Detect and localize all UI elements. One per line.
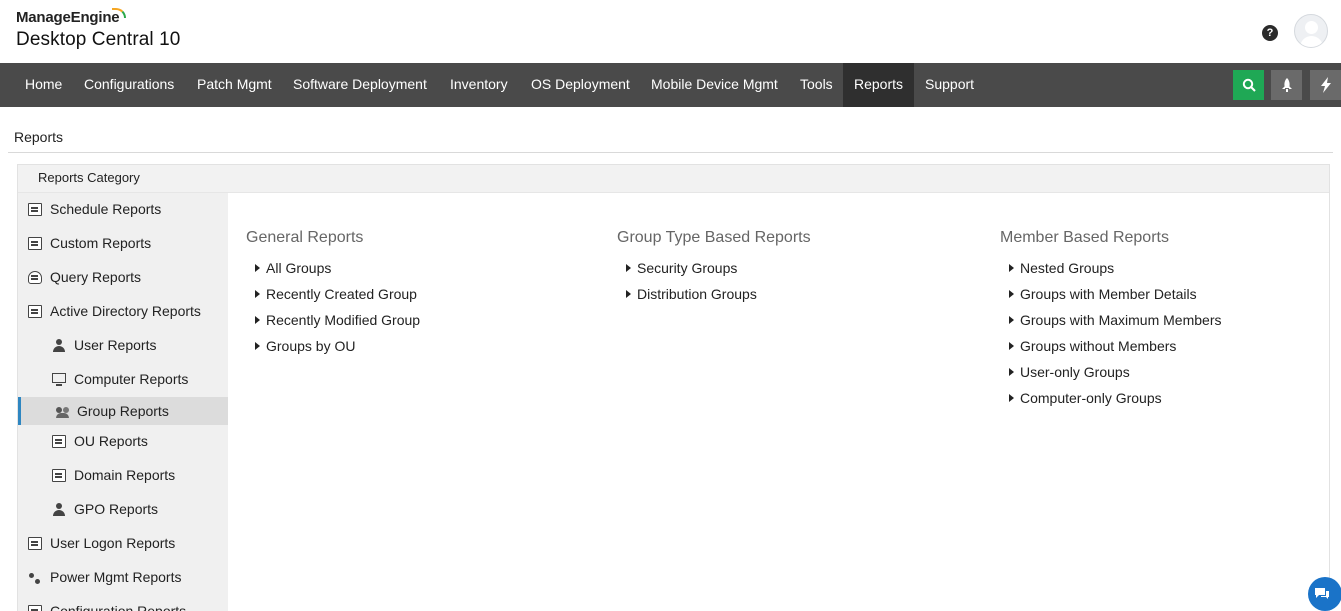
- sidebar-item-label: Domain Reports: [74, 467, 176, 483]
- quick-actions-button[interactable]: [1310, 70, 1341, 100]
- nav-patch-mgmt[interactable]: Patch Mgmt: [186, 63, 283, 107]
- sidebar-item-user-logon-reports[interactable]: User Logon Reports: [18, 529, 228, 557]
- quick-launch-button[interactable]: [1271, 70, 1302, 100]
- brand-name: ManageEngine: [16, 9, 120, 26]
- calendar-report-icon: [28, 203, 42, 216]
- lightning-bolt-icon: [1320, 77, 1331, 93]
- reports-sidebar: Schedule Reports Custom Reports Query Re…: [18, 193, 228, 611]
- monitor-icon: [52, 373, 66, 386]
- report-link-groups-with-member-details[interactable]: Groups with Member Details: [1000, 281, 1222, 307]
- user-icon: [52, 339, 66, 352]
- brand-arc-icon: [112, 8, 126, 18]
- ad-report-icon: [28, 305, 42, 318]
- nav-support[interactable]: Support: [914, 63, 985, 107]
- column-heading: Group Type Based Reports: [617, 229, 811, 246]
- search-icon: [1242, 78, 1256, 92]
- reports-panel: Reports Category Schedule Reports Custom…: [17, 164, 1330, 611]
- sidebar-item-label: Configuration Reports: [50, 603, 187, 611]
- sidebar-item-label: GPO Reports: [74, 501, 159, 517]
- sidebar-item-gpo-reports[interactable]: GPO Reports: [18, 495, 228, 523]
- brand-logo: ManageEngine Desktop Central 10: [16, 8, 181, 51]
- sidebar-item-power-mgmt-reports[interactable]: Power Mgmt Reports: [18, 563, 228, 591]
- user-avatar-icon[interactable]: [1294, 14, 1328, 48]
- sidebar-item-label: Group Reports: [77, 403, 169, 419]
- divider: [8, 152, 1333, 153]
- nav-tools[interactable]: Tools: [789, 63, 844, 107]
- report-link-all-groups[interactable]: All Groups: [246, 255, 420, 281]
- sidebar-item-label: Custom Reports: [50, 235, 152, 251]
- report-link-computer-only-groups[interactable]: Computer-only Groups: [1000, 385, 1222, 411]
- report-link-groups-with-maximum-members[interactable]: Groups with Maximum Members: [1000, 307, 1222, 333]
- report-link-nested-groups[interactable]: Nested Groups: [1000, 255, 1222, 281]
- sidebar-item-group-reports[interactable]: Group Reports: [18, 397, 228, 425]
- report-link-security-groups[interactable]: Security Groups: [617, 255, 811, 281]
- sidebar-item-label: User Reports: [74, 337, 157, 353]
- sidebar-item-ou-reports[interactable]: OU Reports: [18, 427, 228, 455]
- group-type-reports-column: Group Type Based Reports Security Groups…: [617, 229, 811, 307]
- member-based-reports-column: Member Based Reports Nested Groups Group…: [1000, 229, 1222, 411]
- sidebar-item-custom-reports[interactable]: Custom Reports: [18, 229, 228, 257]
- logon-report-icon: [28, 537, 42, 550]
- nav-software-deployment[interactable]: Software Deployment: [282, 63, 438, 107]
- question-circle-icon[interactable]: ?: [1262, 25, 1278, 41]
- page-title: Reports: [14, 129, 64, 145]
- sidebar-item-label: Active Directory Reports: [50, 303, 201, 319]
- sidebar-item-query-reports[interactable]: Query Reports: [18, 263, 228, 291]
- column-heading: Member Based Reports: [1000, 229, 1169, 246]
- nav-inventory[interactable]: Inventory: [439, 63, 519, 107]
- reports-category-header: Reports Category: [18, 165, 1329, 193]
- nav-os-deployment[interactable]: OS Deployment: [520, 63, 641, 107]
- sidebar-item-active-directory-reports[interactable]: Active Directory Reports: [18, 297, 228, 325]
- nav-mobile-device-mgmt[interactable]: Mobile Device Mgmt: [640, 63, 789, 107]
- sidebar-item-label: Computer Reports: [74, 371, 189, 387]
- report-link-groups-by-ou[interactable]: Groups by OU: [246, 333, 420, 359]
- search-button[interactable]: [1233, 70, 1264, 100]
- custom-report-icon: [28, 237, 42, 250]
- sidebar-item-label: Power Mgmt Reports: [50, 569, 182, 585]
- gpo-user-icon: [52, 503, 66, 516]
- chat-button[interactable]: [1308, 577, 1341, 611]
- sidebar-item-label: User Logon Reports: [50, 535, 176, 551]
- report-link-user-only-groups[interactable]: User-only Groups: [1000, 359, 1222, 385]
- main-nav: Home Configurations Patch Mgmt Software …: [0, 63, 1341, 107]
- power-plug-icon: [28, 571, 42, 584]
- sidebar-item-label: Query Reports: [50, 269, 142, 285]
- configuration-icon: [28, 605, 42, 611]
- report-link-groups-without-members[interactable]: Groups without Members: [1000, 333, 1222, 359]
- ou-search-icon: [52, 435, 66, 448]
- sidebar-item-schedule-reports[interactable]: Schedule Reports: [18, 195, 228, 223]
- group-icon: [56, 405, 70, 418]
- database-icon: [28, 271, 42, 284]
- nav-configurations[interactable]: Configurations: [73, 63, 185, 107]
- general-reports-column: General Reports All Groups Recently Crea…: [246, 229, 420, 359]
- nav-home[interactable]: Home: [14, 63, 73, 107]
- chat-bubble-icon: [1315, 588, 1329, 599]
- report-link-distribution-groups[interactable]: Distribution Groups: [617, 281, 811, 307]
- sidebar-item-domain-reports[interactable]: Domain Reports: [18, 461, 228, 489]
- report-link-recently-created-group[interactable]: Recently Created Group: [246, 281, 420, 307]
- column-heading: General Reports: [246, 229, 364, 246]
- sidebar-item-label: Schedule Reports: [50, 201, 162, 217]
- domain-icon: [52, 469, 66, 482]
- sidebar-item-computer-reports[interactable]: Computer Reports: [18, 365, 228, 393]
- sidebar-item-user-reports[interactable]: User Reports: [18, 331, 228, 359]
- product-name: Desktop Central 10: [16, 29, 181, 50]
- sidebar-item-configuration-reports[interactable]: Configuration Reports: [18, 597, 228, 611]
- sidebar-item-label: OU Reports: [74, 433, 148, 449]
- rocket-icon: [1281, 78, 1292, 92]
- report-link-recently-modified-group[interactable]: Recently Modified Group: [246, 307, 420, 333]
- nav-reports[interactable]: Reports: [843, 63, 914, 107]
